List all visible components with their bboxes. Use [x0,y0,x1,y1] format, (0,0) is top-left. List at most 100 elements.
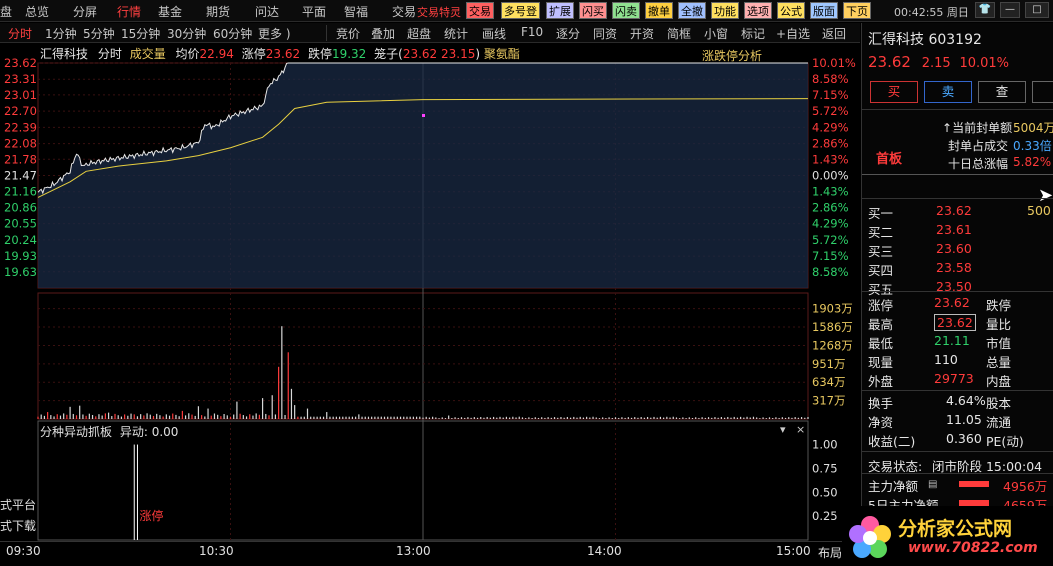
menu-item-panel[interactable]: 盘 [0,3,12,20]
chart-toolbar: 分时 1分钟 5分钟 15分钟 30分钟 60分钟 更多 ) 竞价 叠加 超盘 … [0,23,860,43]
seal-amount-value: 5004万 [1013,121,1053,135]
tool-overlay[interactable]: 叠加 [371,25,395,42]
menu-item-trade[interactable]: 交易 [392,3,416,20]
menu-item-plane[interactable]: 平面 [302,3,326,20]
options-button[interactable]: 选项 [744,2,772,19]
stat-right-label: 跌停 [986,298,1012,313]
extend-button[interactable]: 扩展 [546,2,574,19]
price-change: 2.15 [921,56,951,71]
menu-item-futures[interactable]: 期货 [206,3,230,20]
multi-login-button[interactable]: 多号登 [501,2,540,19]
pct-tick-label: 1.43% [812,152,849,166]
indicator-tick-label: 1.00 [812,438,838,452]
query-button[interactable]: 查 [978,81,1026,103]
flash-sell-button[interactable]: 闪卖 [612,2,640,19]
tool-simple[interactable]: 简框 [667,25,691,42]
price-tick-label: 20.86 [4,200,37,214]
volume-tick-label: 1903万 [812,302,853,316]
tool-f10[interactable]: F10 [521,25,543,39]
shirt-icon[interactable]: 👕 [975,2,995,18]
function-button[interactable]: 功能 [711,2,739,19]
time-axis: 09:30 10:30 13:00 14:00 15:00 布局 [0,541,860,561]
more-button[interactable] [1032,81,1053,103]
stat-right-label: 市值 [986,336,1012,351]
bid-price[interactable]: 23.58 [936,260,972,275]
cancel-all-button[interactable]: 全撤 [678,2,706,19]
period-30min[interactable]: 30分钟 [167,25,206,42]
volume-tick-label: 634万 [812,375,845,389]
layout-switch[interactable]: 布局 [818,544,842,561]
stock-code: 603192 [928,32,982,48]
bid-label: 买三 [868,244,894,259]
doc-icon[interactable]: ▤ [928,479,937,490]
layout-button[interactable]: 版面 [810,2,838,19]
menu-item-fund[interactable]: 基金 [158,3,182,20]
tool-back[interactable]: 返回 [822,25,846,42]
tool-stats[interactable]: 统计 [444,25,468,42]
stat2-label: 收益(二) [868,434,916,449]
sell-button[interactable]: 卖 [924,81,972,103]
price-tick-label: 22.39 [4,120,37,134]
period-60min[interactable]: 60分钟 [213,25,252,42]
bid-label: 买二 [868,225,894,240]
menu-item-split[interactable]: 分屏 [73,3,97,20]
stat-label: 最低 [868,336,894,351]
tool-auction[interactable]: 竞价 [336,25,360,42]
price-tick-label: 23.62 [4,56,37,70]
pct-tick-label: 8.58% [812,265,849,279]
tool-same[interactable]: 同资 [593,25,617,42]
cancel-order-button[interactable]: 撤单 [645,2,673,19]
seal-ratio-label: 封单占成交 [948,139,1009,153]
price-area-fill [38,63,808,288]
next-page-button[interactable]: 下页 [843,2,871,19]
period-more[interactable]: 更多 ) [258,25,291,42]
formula-button[interactable]: 公式 [777,2,805,19]
trade-special-label[interactable]: 交易特灵 [417,4,461,20]
period-15min[interactable]: 15分钟 [121,25,160,42]
chevron-down-icon[interactable]: ▾ [780,423,786,436]
bid-price[interactable]: 23.62 [936,203,972,218]
chart-canvas[interactable]: 23.62 10.01% 23.31 8.58% 23.01 7.15% 22.70 5.72… [0,43,860,543]
minimize-icon[interactable]: — [1000,2,1020,18]
period-timeshare[interactable]: 分时 [8,25,32,42]
quote-panel: 汇得科技 603192 23.62 2.15 10.01% 买 卖 查 首板 ↑… [861,23,1053,566]
menu-item-overview[interactable]: 总览 [25,3,49,20]
pct-tick-label: 7.15% [812,88,849,102]
menu-item-market[interactable]: 行情 [117,3,141,20]
tool-draw[interactable]: 画线 [482,25,506,42]
bid-volume: 500 [1027,203,1051,218]
stat-right-label: 量比 [986,317,1012,332]
tool-super[interactable]: 超盘 [407,25,431,42]
price-tick-label: 23.01 [4,88,37,102]
timeshare-chart[interactable]: 汇得科技 分时 成交量 均价22.94 涨停23.62 跌停19.32 笼子(2… [0,43,860,543]
stat-right-label: 内盘 [986,374,1012,389]
flash-buy-button[interactable]: 闪买 [579,2,607,19]
price-tick-label: 19.63 [4,265,37,279]
tool-add-watch[interactable]: +自选 [776,25,810,42]
tool-per-minute[interactable]: 逐分 [556,25,580,42]
ten-day-label: 十日总涨幅 [948,157,1009,171]
main-flow-value: 4956万 [1003,479,1048,494]
maximize-icon[interactable]: □ [1025,2,1049,18]
trade-button[interactable]: 交易 [466,2,494,19]
period-5min[interactable]: 5分钟 [83,25,115,42]
menu-item-wenda[interactable]: 问达 [255,3,279,20]
period-1min[interactable]: 1分钟 [45,25,77,42]
menu-bar: 盘 总览 分屏 行情 基金 期货 问达 平面 智福 交易 交易特灵 交易 多号登… [0,0,1053,22]
price-tick-label: 20.24 [4,233,37,247]
tool-open[interactable]: 开资 [630,25,654,42]
buy-button[interactable]: 买 [870,81,918,103]
pct-tick-label: 1.43% [812,185,849,199]
bid-price[interactable]: 23.60 [936,241,972,256]
stat2-value: 4.64% [946,393,986,408]
indicator-tick-label: 0.75 [812,461,838,475]
tool-mini[interactable]: 小窗 [704,25,728,42]
tool-mark[interactable]: 标记 [741,25,765,42]
stat-value: 23.62 [934,314,976,331]
stat2-value: 0.360 [946,431,982,446]
close-icon[interactable]: × [796,423,805,436]
clock: 00:42:55 周日 [894,6,969,19]
bid-price[interactable]: 23.61 [936,222,972,237]
menu-item-zhifu[interactable]: 智福 [344,3,368,20]
time-tick: 14:00 [587,544,622,558]
